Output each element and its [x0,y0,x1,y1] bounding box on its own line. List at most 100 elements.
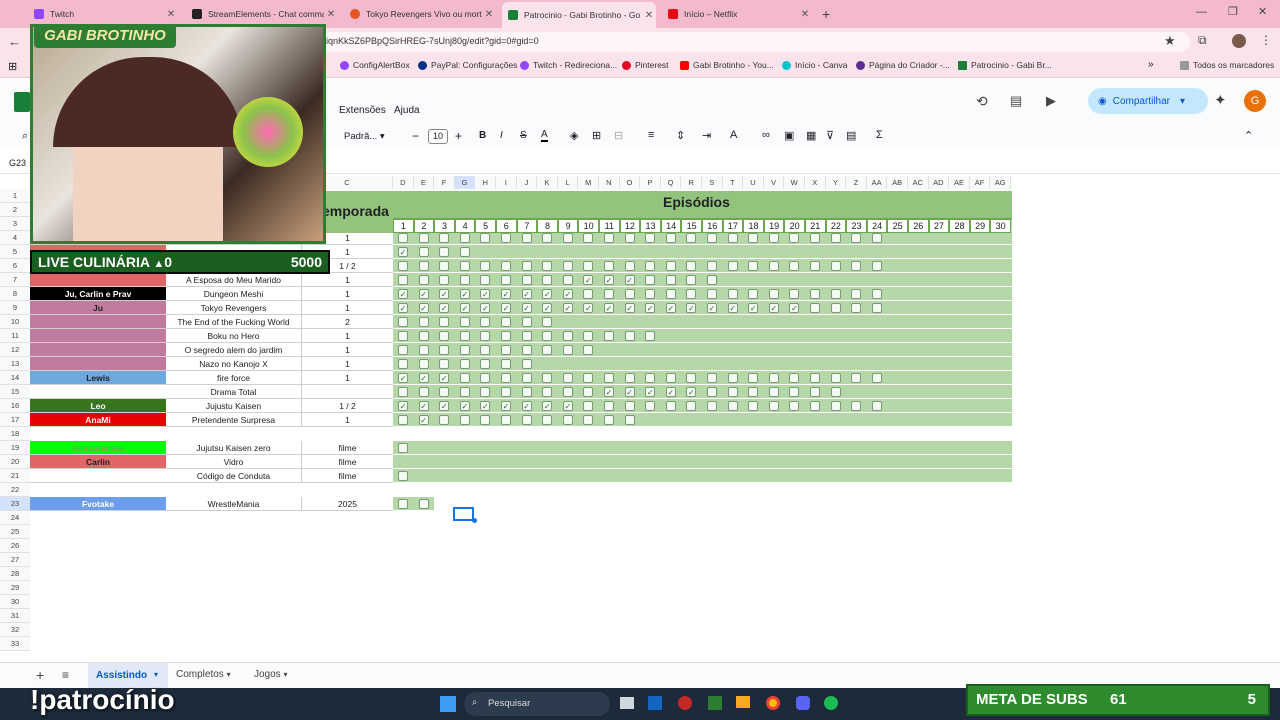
show-cell[interactable]: Tokyo Revengers [166,301,302,315]
episode-checkbox[interactable] [624,289,635,299]
episode-checkbox[interactable] [459,331,470,341]
episode-checkbox[interactable] [398,331,408,341]
episode-checkbox[interactable] [604,261,614,271]
bookmark-item[interactable]: Pinterest [622,60,669,70]
column-header[interactable]: J [516,176,538,189]
episode-checkbox[interactable] [871,233,882,243]
episode-checkbox[interactable] [521,415,532,425]
episode-checkbox[interactable] [542,275,553,285]
bookmark-item[interactable]: Patrocinio - Gabi Br... [958,60,1052,70]
episode-checkbox[interactable]: ✓ [459,401,470,411]
episode-checkbox[interactable]: ✓ [665,387,676,397]
episode-checkbox[interactable] [521,317,532,327]
episode-checkbox[interactable] [398,499,408,509]
show-cell[interactable]: Dungeon Meshi [166,287,302,301]
row-header[interactable]: 26 [0,539,30,553]
episode-checkbox[interactable] [501,331,511,341]
episode-checkbox[interactable]: ✓ [562,303,573,313]
season-cell[interactable]: 1 [302,301,393,315]
episode-checkbox[interactable] [480,233,491,243]
episode-checkbox[interactable] [686,261,697,271]
who-cell[interactable] [30,343,166,357]
filter-icon[interactable]: ⊽ [826,129,834,142]
bookmark-item[interactable]: PayPal: Configurações [418,60,517,70]
restore-button[interactable]: ❐ [1228,5,1238,18]
row-header[interactable]: 20 [0,455,30,469]
episode-checkbox[interactable] [542,373,553,383]
row-header[interactable]: 27 [0,553,30,567]
episode-checkbox[interactable] [480,331,491,341]
show-cell[interactable]: WrestleMania [166,497,302,511]
column-header[interactable]: X [805,176,826,189]
episode-checkbox[interactable]: ✓ [501,289,511,299]
row-header[interactable]: 30 [0,595,30,609]
episode-checkbox[interactable]: ✓ [789,303,800,313]
episode-checkbox[interactable] [521,233,532,243]
episode-checkbox[interactable]: ✓ [501,401,511,411]
episode-checkbox[interactable] [748,401,759,411]
episode-checkbox[interactable]: ✓ [501,303,511,313]
episode-checkbox[interactable]: ✓ [542,289,553,299]
column-header[interactable]: V [763,176,785,189]
episode-checkbox[interactable]: ✓ [418,401,429,411]
episode-checkbox[interactable] [459,247,470,257]
episode-checkbox[interactable] [521,345,532,355]
episode-checkbox[interactable] [871,373,882,383]
episode-checkbox[interactable]: ✓ [665,303,676,313]
episode-checkbox[interactable] [501,317,511,327]
episode-checkbox[interactable] [521,387,532,397]
column-header[interactable]: F [434,176,455,189]
taskbar-search[interactable]: ⌕ Pesquisar [464,692,610,716]
bookmark-item[interactable]: ConfigAlertBox [340,60,410,70]
episode-checkbox[interactable]: ✓ [398,247,408,257]
fill-color-icon[interactable]: ◈ [570,129,578,142]
episode-checkbox[interactable]: ✓ [562,289,573,299]
episode-checkbox[interactable] [707,233,717,243]
episode-checkbox[interactable] [459,275,470,285]
task-view-icon[interactable] [620,697,634,709]
episode-checkbox[interactable] [583,401,594,411]
episode-checkbox[interactable] [583,289,594,299]
who-cell[interactable]: AnaMi [30,413,166,427]
strikethrough-button[interactable]: S [520,130,527,141]
episode-checkbox[interactable] [871,261,882,271]
episode-checkbox[interactable]: ✓ [686,387,697,397]
episode-checkbox[interactable]: ✓ [604,275,614,285]
episode-checkbox[interactable] [645,373,656,383]
episode-checkbox[interactable] [398,359,408,369]
episode-checkbox[interactable] [521,331,532,341]
row-header[interactable]: 13 [0,357,30,371]
episode-checkbox[interactable] [665,233,676,243]
column-header[interactable]: R [681,176,702,189]
episode-checkbox[interactable] [707,275,717,285]
menu-help[interactable]: Ajuda [394,105,420,116]
episode-checkbox[interactable] [686,373,697,383]
episode-checkbox[interactable] [851,233,862,243]
episode-checkbox[interactable] [459,415,470,425]
profile-avatar[interactable] [1232,34,1246,48]
row-header[interactable]: 28 [0,567,30,581]
episode-checkbox[interactable] [583,345,594,355]
episode-checkbox[interactable] [604,415,614,425]
episode-checkbox[interactable]: ✓ [562,401,573,411]
episode-checkbox[interactable] [707,387,717,397]
episode-checkbox[interactable] [398,275,408,285]
episode-checkbox[interactable] [418,331,429,341]
episode-checkbox[interactable] [851,303,862,313]
episode-checkbox[interactable] [562,261,573,271]
column-header[interactable]: AA [866,176,888,189]
episode-checkbox[interactable]: ✓ [418,303,429,313]
episode-checkbox[interactable] [418,499,429,509]
row-header[interactable]: 22 [0,483,30,497]
row-header[interactable]: 33 [0,637,30,651]
episode-checkbox[interactable] [439,359,450,369]
episode-checkbox[interactable] [501,275,511,285]
episode-checkbox[interactable] [418,247,429,257]
align-icon[interactable]: ≡ [648,129,654,141]
episode-checkbox[interactable]: ✓ [459,303,470,313]
show-cell[interactable]: Drama Total [166,385,302,399]
episode-checkbox[interactable] [459,387,470,397]
wrap-icon[interactable]: ⇥ [702,129,711,142]
search-icon[interactable]: ⌕ [22,130,28,143]
episode-checkbox[interactable] [459,345,470,355]
